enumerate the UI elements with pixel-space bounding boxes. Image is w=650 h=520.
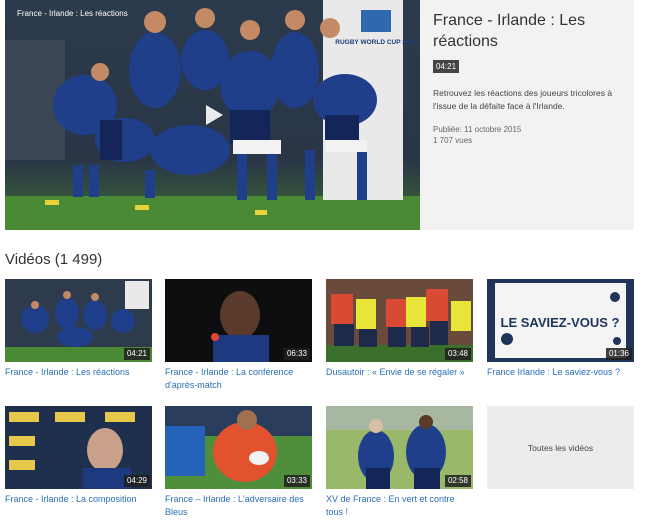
video-card[interactable]: 04:21 France - Irlande : Les réactions [5,279,152,379]
video-card[interactable]: 06:33 France - Irlande : La conférence d… [165,279,312,391]
video-thumbnail[interactable]: 03:48 [326,279,473,362]
duration-label: 03:48 [444,348,471,360]
videos-section-title: Vidéos (1 499) [5,251,103,268]
featured-description: Retrouvez les réactions des joueurs tric… [433,88,613,111]
video-player[interactable]: RUGBY WORLD CUP 2015 France - Irlande: … [5,0,420,230]
video-title-link[interactable]: Dusautoir : « Envie de se régaler » [326,366,473,379]
video-thumbnail[interactable]: 04:21 [5,279,152,362]
rwc-logo: RUGBY WORLD CUP 2015 [335,39,417,46]
video-title-link[interactable]: XV de France : En vert et contre tous ! [326,493,473,518]
all-videos-button[interactable]: Toutes les vidéos [487,406,634,489]
video-title-link[interactable]: France - Irlande : La conférence d'après… [165,366,312,391]
video-title-link[interactable]: France - Irlande : Les réactions [5,366,152,379]
video-card[interactable]: 02:58 XV de France : En vert et contre t… [326,406,473,518]
video-card[interactable]: LE SAVIEZ-VOUS ? 01:36 France Irlande : … [487,279,634,379]
featured-duration-badge: 04:21 [433,60,460,73]
video-thumbnail[interactable]: 02:58 [326,406,473,489]
featured-video-panel: RUGBY WORLD CUP 2015 France - Irlande: … [5,0,634,230]
duration-label: 01:36 [605,348,632,360]
video-card[interactable]: 04:29 France - Irlande : La composition [5,406,152,506]
player-caption: France - Irlande : Les réactions [17,9,128,18]
video-card[interactable]: 03:33 France – Irlande : L'adversaire de… [165,406,312,518]
duration-label: 02:58 [444,475,471,487]
duration-label: 04:29 [123,475,150,487]
le-saviez-vous-graphic: LE SAVIEZ-VOUS ? [501,315,620,330]
duration-label: 04:21 [123,348,150,360]
video-title-link[interactable]: France - Irlande : La composition [5,493,152,506]
featured-view-count: 1 707 vues [433,136,473,145]
video-thumbnail[interactable]: LE SAVIEZ-VOUS ? 01:36 [487,279,634,362]
duration-label: 03:33 [283,475,310,487]
play-icon[interactable] [199,101,227,129]
video-thumbnail[interactable]: 04:29 [5,406,152,489]
video-thumbnail[interactable]: 03:33 [165,406,312,489]
video-title-link[interactable]: France Irlande : Le saviez-vous ? [487,366,634,379]
featured-publish-date: Publiée: 11 octobre 2015 [433,125,522,134]
featured-title: France - Irlande : Les réactions [433,12,586,50]
video-title-link[interactable]: France – Irlande : L'adversaire des Bleu… [165,493,312,518]
featured-info: France - Irlande : Les réactions 04:21 R… [433,10,628,146]
video-card[interactable]: 03:48 Dusautoir : « Envie de se régaler … [326,279,473,379]
video-thumbnail[interactable]: 06:33 [165,279,312,362]
duration-label: 06:33 [283,348,310,360]
